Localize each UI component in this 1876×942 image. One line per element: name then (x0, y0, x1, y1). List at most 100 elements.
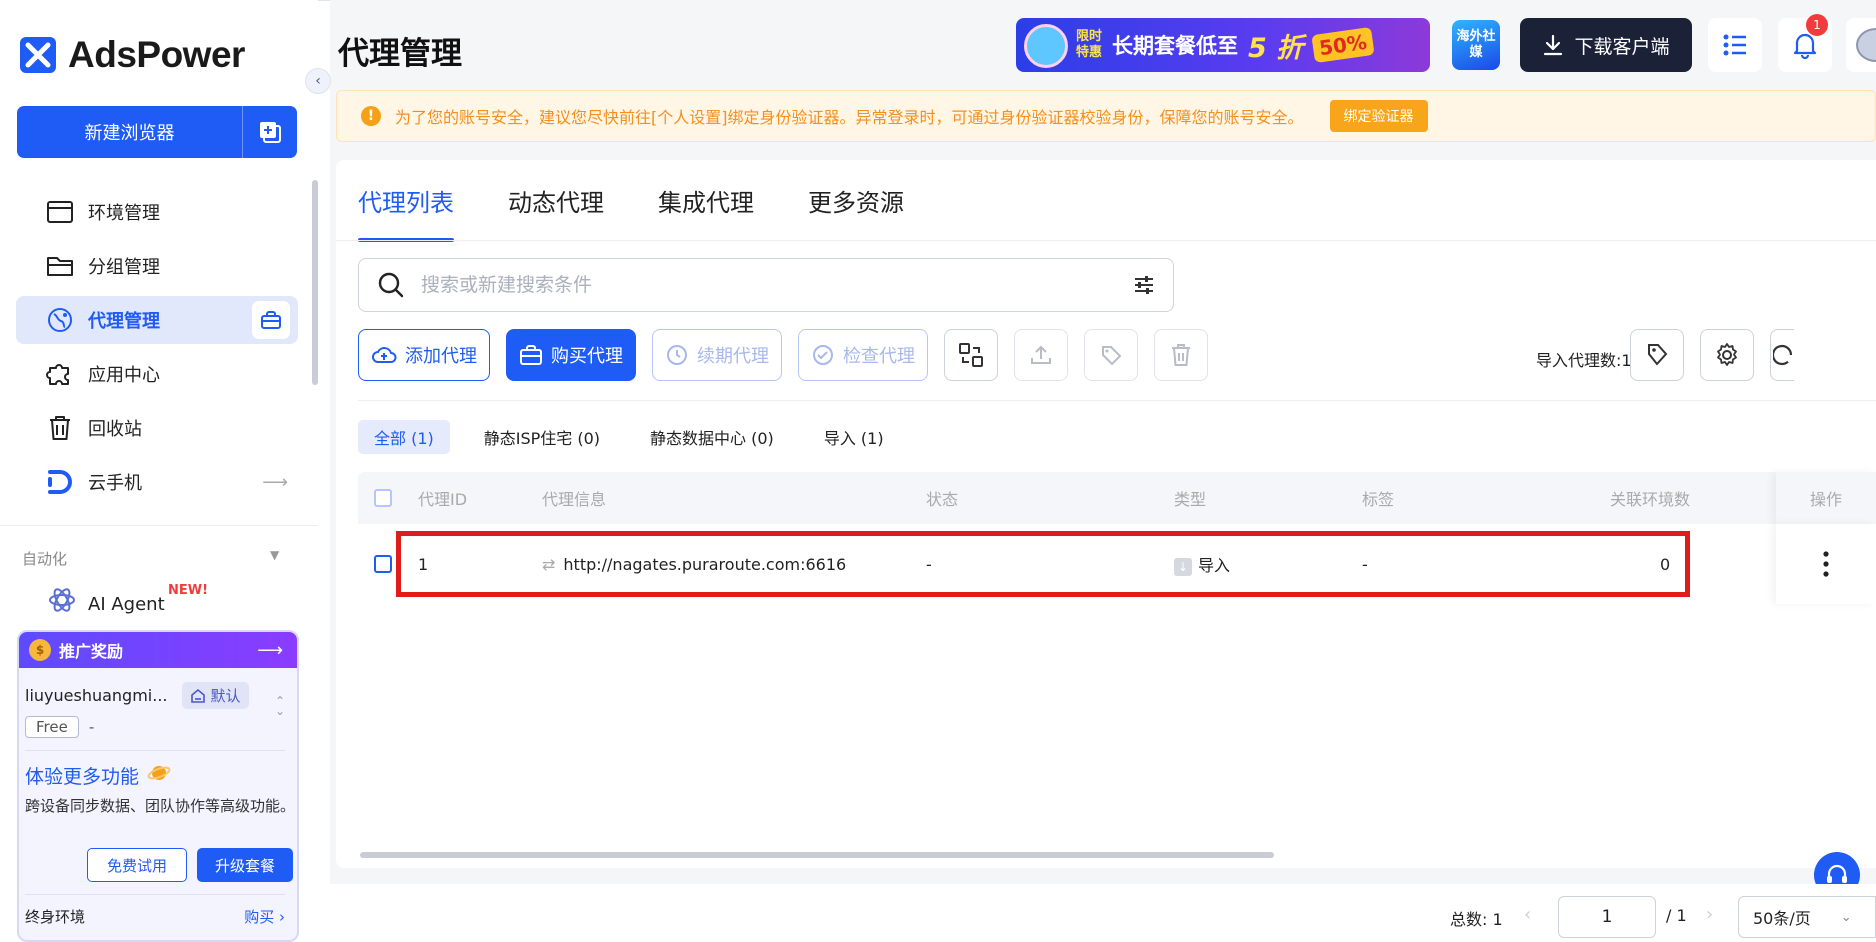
warning-icon: ! (361, 106, 381, 126)
sidebar-item-recycle-bin[interactable]: 回收站 (16, 404, 298, 452)
tab-dynamic-proxy[interactable]: 动态代理 (508, 160, 604, 240)
window-icon (46, 198, 74, 226)
alert-text: 为了您的账号安全，建议您尽快前往[个人设置]绑定身份验证器。异常登录时，可通过身… (395, 108, 1304, 127)
tab-integrated-proxy[interactable]: 集成代理 (658, 160, 754, 240)
filter-all[interactable]: 全部 (1) (358, 420, 450, 454)
account-user-row[interactable]: liuyueshuangmi... 默认 (25, 682, 249, 709)
table-horizontal-scrollbar[interactable] (360, 852, 1274, 858)
row-proxy-info[interactable]: ⇄ http://nagates.puraroute.com:6616 (542, 555, 846, 574)
main-content: 代理管理 限时 特惠 长期套餐低至 5 折 50% 海外社媒 下载客户端 1 ! … (330, 0, 1876, 942)
page-title: 代理管理 (338, 36, 462, 72)
upgrade-plan-button[interactable]: 升级套餐 (197, 848, 293, 882)
sidebar-divider (0, 525, 318, 526)
prev-page-icon[interactable]: ‹ (1524, 904, 1531, 925)
notification-count: 1 (1806, 14, 1828, 36)
batch-add-icon[interactable] (243, 106, 297, 158)
upload-icon (1031, 345, 1051, 364)
renew-proxy-button[interactable]: 续期代理 (652, 329, 782, 381)
select-all-checkbox[interactable] (374, 489, 392, 507)
col-tag: 标签 (1362, 490, 1395, 509)
feature-title: 体验更多功能 (25, 762, 171, 789)
tag-icon (1648, 344, 1668, 366)
security-alert: ! 为了您的账号安全，建议您尽快前往[个人设置]绑定身份验证器。异常登录时，可通… (336, 90, 1876, 142)
tab-more-resources[interactable]: 更多资源 (808, 160, 904, 240)
filter-divider (358, 400, 1876, 401)
shopping-bag-icon (261, 311, 281, 329)
switch-account-icon[interactable]: ⌃ ⌄ (275, 695, 285, 717)
sidebar-item-label: 代理管理 (88, 311, 160, 332)
puzzle-icon (46, 360, 74, 388)
tab-proxy-list[interactable]: 代理列表 (358, 160, 454, 242)
folder-icon (46, 252, 74, 280)
page-size-select[interactable]: 50条/页 ⌄ (1738, 896, 1876, 938)
promo-divider (25, 894, 285, 895)
avatar[interactable] (1846, 18, 1876, 72)
add-proxy-button[interactable]: 添加代理 (358, 329, 490, 381)
export-button[interactable] (1014, 329, 1068, 381)
edit-tag-button[interactable] (1084, 329, 1138, 381)
filter-static-datacenter[interactable]: 静态数据中心 (0) (634, 420, 790, 454)
banner-discount: 5 折 (1248, 32, 1304, 64)
new-browser-button[interactable]: 新建浏览器 (17, 106, 297, 158)
trash-icon (46, 414, 74, 442)
row-checkbox[interactable] (374, 555, 392, 573)
page-number-input[interactable]: 1 (1558, 896, 1656, 938)
list-icon (1723, 34, 1746, 56)
buy-lifetime-link[interactable]: 购买 › (244, 906, 285, 927)
protocol-swap-icon: ⇄ (542, 554, 556, 574)
trash-icon (1172, 344, 1190, 366)
banner-badge: 50% (1311, 26, 1375, 64)
tag-manage-button[interactable] (1630, 329, 1684, 381)
adspower-logo-icon (20, 37, 56, 73)
table-row[interactable]: 1 ⇄ http://nagates.puraroute.com:6616 - ↓… (358, 524, 1876, 604)
promo-banner[interactable]: 限时 特惠 长期套餐低至 5 折 50% (1016, 18, 1430, 72)
row-status: - (926, 554, 932, 574)
proxy-panel: 代理列表 动态代理 集成代理 更多资源 添加代理 购买代理 续期代理 (336, 160, 1876, 898)
page-of: / 1 (1666, 906, 1687, 925)
proxy-table: 代理ID 代理信息 状态 类型 标签 关联环境数 操作 1 ⇄ http://na… (358, 472, 1876, 604)
logo-text: AdsPower (68, 34, 245, 75)
filter-static-isp[interactable]: 静态ISP住宅 (0) (468, 420, 616, 454)
coin-icon: $ (29, 639, 51, 661)
referral-reward-header[interactable]: $ 推广奖励 ⟶ (19, 632, 297, 668)
sidebar-item-environments[interactable]: 环境管理 (16, 188, 298, 236)
bind-authenticator-button[interactable]: 绑定验证器 (1329, 100, 1428, 132)
row-actions-menu[interactable] (1776, 524, 1876, 604)
task-list-button[interactable] (1708, 18, 1762, 72)
sidebar-item-groups[interactable]: 分组管理 (16, 242, 298, 290)
sidebar-item-app-center[interactable]: 应用中心 (16, 350, 298, 398)
free-trial-button[interactable]: 免费试用 (87, 848, 187, 882)
refresh-button[interactable] (1770, 329, 1794, 381)
delete-button[interactable] (1154, 329, 1208, 381)
row-proxy-id: 1 (418, 554, 429, 574)
logo[interactable]: AdsPower (20, 34, 245, 76)
buy-proxy-shortcut[interactable] (252, 301, 290, 339)
feature-description: 跨设备同步数据、团队协作等高级功能。 (25, 797, 296, 815)
sidebar-scrollbar[interactable] (312, 180, 318, 385)
collapse-sidebar-button[interactable]: ‹ (305, 68, 331, 94)
sidebar-item-proxies[interactable]: 代理管理 (16, 296, 298, 344)
planet-icon (147, 762, 171, 789)
sidebar-item-ai-agent[interactable]: AI Agent (48, 586, 165, 616)
buy-proxy-button[interactable]: 购买代理 (506, 329, 636, 381)
filter-imported[interactable]: 导入 (1) (808, 420, 900, 454)
sidebar-item-label: 环境管理 (88, 203, 160, 224)
proxy-filters: 全部 (1) 静态ISP住宅 (0) 静态数据中心 (0) 导入 (1) (358, 420, 900, 454)
switch-proxy-button[interactable] (944, 329, 998, 381)
download-client-button[interactable]: 下载客户端 (1520, 18, 1692, 72)
chevron-down-icon[interactable]: ▼ (270, 548, 279, 562)
notifications-button[interactable]: 1 (1778, 14, 1832, 72)
search-input[interactable] (421, 274, 1117, 296)
cloud-upload-icon (372, 347, 397, 363)
settings-button[interactable] (1700, 329, 1754, 381)
sidebar-item-cloud-phone[interactable]: 云手机 ⟶ (16, 458, 298, 506)
default-team-tag: 默认 (181, 682, 249, 709)
col-actions: 操作 (1776, 472, 1876, 524)
ai-agent-icon (48, 586, 76, 616)
next-page-icon[interactable]: › (1706, 904, 1713, 925)
check-proxy-button[interactable]: 检查代理 (798, 329, 928, 381)
tab-divider (336, 240, 1876, 241)
ai-agent-label: AI Agent (88, 594, 165, 615)
lifetime-environment-row: 终身环境 购买 › (25, 906, 285, 927)
overseas-social-button[interactable]: 海外社媒 (1452, 20, 1500, 70)
